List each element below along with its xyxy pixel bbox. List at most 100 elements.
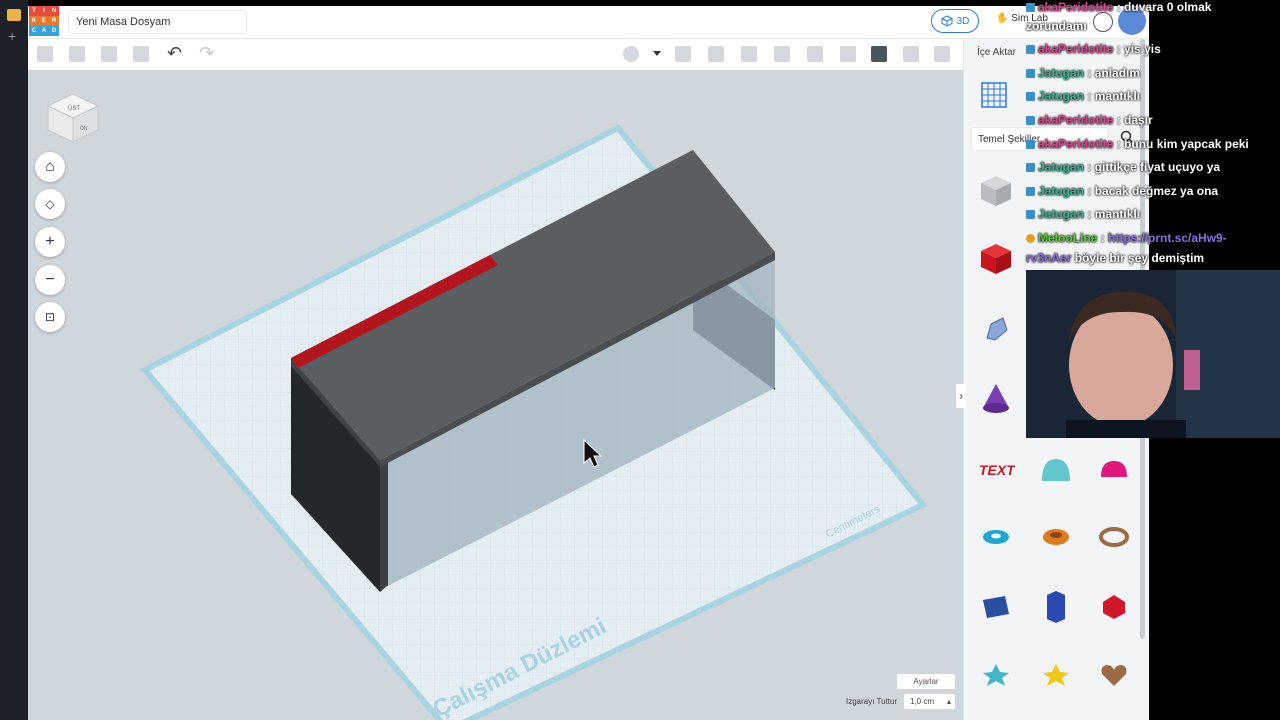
moderator-badge-icon <box>1026 3 1035 13</box>
copy-icon[interactable] <box>37 46 53 62</box>
chat-message: akaPeridotite : yis yis <box>1026 42 1161 56</box>
delete-icon[interactable] <box>133 46 149 62</box>
chevron-down-icon: ▴ <box>946 697 951 706</box>
chat-user: MelooLine <box>1038 231 1098 245</box>
shape-star-teal[interactable] <box>974 653 1018 697</box>
chat-message: Jatugan : mantıklı <box>1026 89 1140 103</box>
mirror-icon[interactable] <box>774 46 790 62</box>
minus-icon: − <box>45 271 55 288</box>
plus-icon: + <box>45 233 55 250</box>
shape-icosahedron[interactable] <box>1092 585 1136 629</box>
subscriber-badge-icon <box>1026 234 1035 244</box>
moderator-badge-icon <box>1026 92 1035 102</box>
chat-user: akaPeridotite <box>1038 42 1114 56</box>
chat-message: Jatugan : anladım <box>1026 66 1140 80</box>
ungroup-icon[interactable] <box>708 46 724 62</box>
app-icon[interactable] <box>7 9 21 21</box>
shape-cube-blue[interactable] <box>974 585 1018 629</box>
moderator-badge-icon <box>1026 45 1035 55</box>
zoom-out-button[interactable]: − <box>35 265 65 295</box>
chat-message: akaPeridotite : daşır <box>1026 113 1153 127</box>
moderator-badge-icon <box>1026 116 1035 126</box>
chat-message: Jatugan : mantıklı <box>1026 207 1140 221</box>
plus-icon[interactable]: + <box>8 28 16 44</box>
toolbar: ↶ ↷ <box>28 39 963 69</box>
view-cube[interactable]: ÜST ÖN <box>46 90 100 143</box>
shape-box-hole[interactable] <box>974 169 1018 213</box>
perspective-icon: ⊡ <box>44 310 56 324</box>
chat-message: MelooLine : https://prnt.sc/aHw9- <box>1026 231 1227 245</box>
light-bulb-icon[interactable] <box>623 46 639 62</box>
flip-icon[interactable] <box>807 46 823 62</box>
webcam-overlay <box>1026 270 1280 438</box>
chat-user: akaPeridotite <box>1038 0 1114 14</box>
fit-view-button[interactable]: ◇ <box>35 189 65 219</box>
shape-tube[interactable] <box>1034 515 1078 559</box>
undo-icon[interactable]: ↶ <box>167 43 182 64</box>
moderator-badge-icon <box>1026 140 1035 150</box>
chat-user: Jatugan <box>1038 89 1085 103</box>
cube-icon <box>941 15 953 27</box>
chat-user: Jatugan <box>1038 184 1085 198</box>
shape-hexagon-prism[interactable] <box>1034 585 1078 629</box>
duplicate-icon[interactable] <box>101 46 117 62</box>
chat-message: Jatugan : bacak değmez ya ona <box>1026 184 1218 198</box>
ruler-icon[interactable] <box>903 46 919 62</box>
shape-star-yellow[interactable] <box>1034 653 1078 697</box>
moderator-badge-icon <box>1026 210 1035 220</box>
zoom-in-button[interactable]: + <box>35 227 65 257</box>
chat-message: akaPeridotite : bunu kim yapcak peki <box>1026 137 1249 151</box>
chat-message: Jatugan : gittikçe fiyat uçuyo ya <box>1026 160 1220 174</box>
top-bar: T I N K E R C A D Yeni Masa Dosyam 3D ✋ … <box>28 6 1149 39</box>
workplane-icon[interactable] <box>980 81 1008 109</box>
shape-scribble[interactable] <box>974 307 1018 351</box>
stream-chat-overlay: akaPeridotite : duvara 0 olmak zorundamı… <box>1026 0 1280 270</box>
shape-half-sphere[interactable] <box>1092 447 1136 491</box>
tinkercad-logo[interactable]: T I N K E R C A D <box>29 6 59 36</box>
camera-view-icon[interactable] <box>871 46 887 62</box>
scene-svg: Çalışma Düzlemi Centimeters <box>140 124 928 720</box>
chat-message-cont: rv3nAsr böyle bir şey demiştim <box>1026 251 1205 265</box>
shape-ring[interactable] <box>1092 515 1136 559</box>
perspective-button[interactable]: ⊡ <box>35 302 65 332</box>
paste-icon[interactable] <box>69 46 85 62</box>
chevron-down-icon[interactable] <box>653 51 661 56</box>
shape-box[interactable] <box>974 237 1018 281</box>
import-button[interactable]: İçe Aktar <box>977 47 1016 58</box>
cruise-icon[interactable] <box>840 46 856 62</box>
shape-heart[interactable] <box>1092 653 1136 697</box>
chat-message: akaPeridotite : duvara 0 olmak <box>1026 0 1211 14</box>
chat-link[interactable]: rv3nAsr <box>1026 251 1071 265</box>
cube-front-label: ÖN <box>80 125 88 132</box>
chat-user: akaPeridotite <box>1038 113 1114 127</box>
moderator-badge-icon <box>1026 163 1035 173</box>
redo-icon[interactable]: ↷ <box>199 43 214 64</box>
collapse-panel-button[interactable]: › <box>956 384 966 408</box>
shape-text[interactable]: TEXT <box>974 447 1018 491</box>
workplane-tool-icon[interactable] <box>934 46 950 62</box>
shape-paraboloid[interactable] <box>1034 447 1078 491</box>
chat-user: Jatugan <box>1038 160 1085 174</box>
align-icon[interactable] <box>741 46 757 62</box>
view-3d-button[interactable]: 3D <box>931 9 979 33</box>
settings-button[interactable]: Ayarlar <box>897 674 955 689</box>
snap-grid-label: Izgarayı Tuttur <box>846 697 898 706</box>
shape-roof[interactable] <box>974 377 1018 421</box>
tinkercad-app: T I N K E R C A D Yeni Masa Dosyam 3D ✋ … <box>28 6 1149 720</box>
3d-workspace[interactable]: Çalışma Düzlemi Centimeters ÜST ÖN ⌂ ◇ +… <box>28 70 963 720</box>
chat-link[interactable]: https://prnt.sc/aHw9- <box>1108 231 1227 245</box>
chat-message-cont: zorundamı <box>1026 19 1087 33</box>
design-title-input[interactable]: Yeni Masa Dosyam <box>68 10 247 34</box>
chat-user: Jatugan <box>1038 66 1085 80</box>
moderator-badge-icon <box>1026 187 1035 197</box>
chat-user: akaPeridotite <box>1038 137 1114 151</box>
home-view-button[interactable]: ⌂ <box>35 152 65 182</box>
chat-user: Jatugan <box>1038 207 1085 221</box>
group-icon[interactable] <box>675 46 691 62</box>
fit-icon: ◇ <box>45 197 55 211</box>
cube-top-label: ÜST <box>68 105 80 112</box>
home-icon: ⌂ <box>45 158 55 175</box>
svg-text:TEXT: TEXT <box>979 462 1015 478</box>
shape-torus[interactable] <box>974 515 1018 559</box>
snap-grid-select[interactable]: 1,0 cm ▴ <box>904 694 955 709</box>
